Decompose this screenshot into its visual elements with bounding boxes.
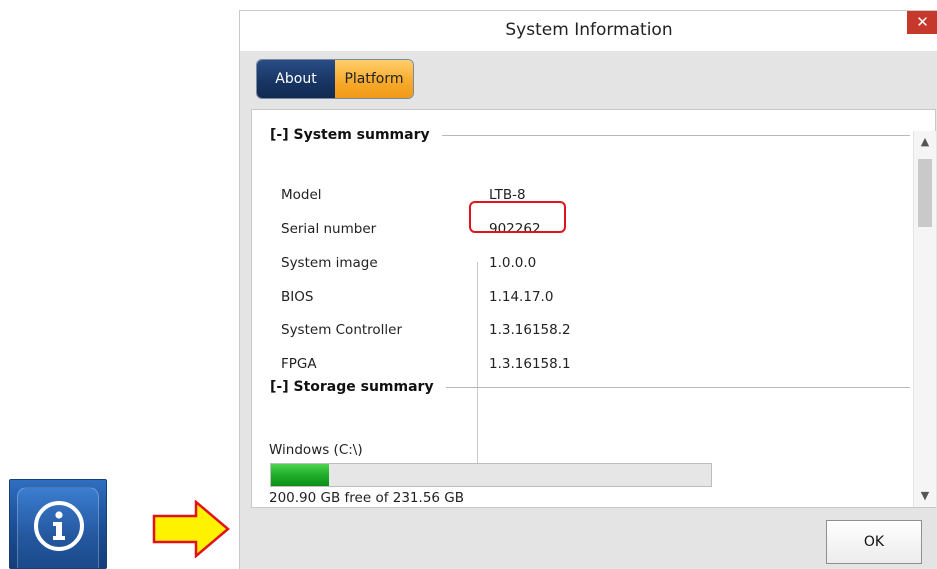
title-bar: System Information ✕ [240,11,937,51]
system-summary-header[interactable]: [-] System summary [270,127,442,143]
info-icon [34,501,84,551]
row-label-fpga: FPGA [281,356,317,372]
scrollbar-thumb[interactable] [918,159,932,227]
system-information-dialog: System Information ✕ About Platform [-] … [239,10,937,569]
row-value-system-image: 1.0.0.0 [489,255,537,271]
arrow-right-icon [152,500,230,558]
scroll-up-button[interactable]: ▲ [914,131,936,153]
storage-usage-fill [271,464,330,486]
info-app-tile[interactable] [9,479,107,569]
tab-platform[interactable]: Platform [335,60,413,98]
row-value-system-controller: 1.3.16158.2 [489,322,571,338]
storage-summary-header[interactable]: [-] Storage summary [270,379,446,395]
row-label-system-controller: System Controller [281,322,403,338]
storage-usage-bar [270,463,712,487]
row-label-serial-number: Serial number [281,221,377,237]
serial-number-highlight [469,201,566,233]
close-icon: ✕ [916,13,929,31]
tab-about[interactable]: About [257,60,335,98]
dialog-title: System Information [505,20,673,40]
vertical-scrollbar[interactable]: ▲ ▼ [913,131,936,507]
storage-free-text: 200.90 GB free of 231.56 GB [269,490,465,506]
row-label-bios: BIOS [281,289,314,305]
row-label-model: Model [281,187,322,203]
column-divider [477,262,478,475]
close-button[interactable]: ✕ [907,11,937,34]
row-label-system-image: System image [281,255,378,271]
scroll-down-button[interactable]: ▼ [914,485,936,507]
tab-bar: About Platform [256,59,414,99]
row-value-fpga: 1.3.16158.1 [489,356,571,372]
row-value-bios: 1.14.17.0 [489,289,554,305]
ok-button[interactable]: OK [826,520,922,564]
storage-drive-label: Windows (C:\) [269,442,363,458]
